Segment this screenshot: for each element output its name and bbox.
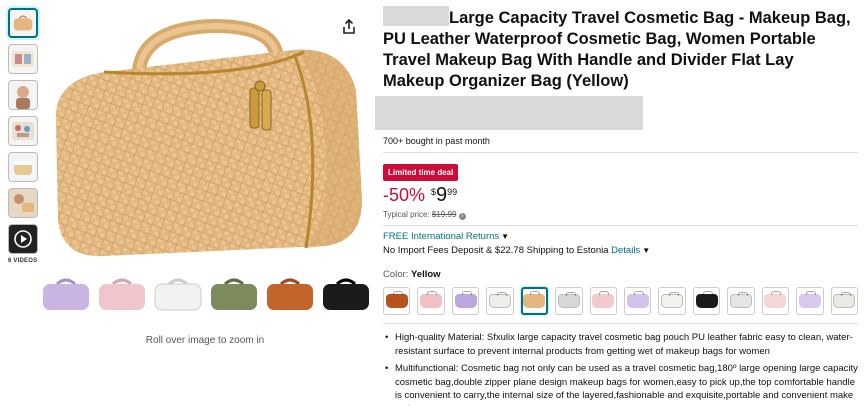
color-swatch[interactable] — [486, 287, 514, 315]
color-swatch[interactable] — [692, 287, 721, 315]
videos-count-label[interactable]: 6 VIDEOS — [8, 258, 42, 264]
variant-image-brown[interactable] — [264, 274, 316, 314]
color-swatch[interactable] — [727, 287, 755, 315]
variant-image-white[interactable] — [152, 274, 204, 314]
price-row: -50% $ 9 99 — [383, 185, 858, 206]
swatch-bag-image — [729, 292, 752, 308]
color-swatch[interactable] — [796, 287, 824, 315]
shipping-details-link[interactable]: Details — [611, 245, 640, 256]
chevron-down-icon: ▼ — [501, 232, 510, 241]
returns-link[interactable]: FREE International Returns ▼ — [383, 231, 858, 242]
variant-image-purple[interactable] — [40, 274, 92, 314]
info-icon[interactable]: i — [458, 213, 466, 220]
chevron-down-icon[interactable]: ▼ — [642, 246, 650, 255]
color-swatch[interactable] — [589, 287, 617, 315]
swatch-bag-image — [626, 291, 649, 308]
thumbnail-4[interactable] — [8, 116, 38, 146]
swatch-bag-image — [488, 292, 511, 308]
color-swatch[interactable] — [830, 287, 858, 315]
divider — [383, 225, 858, 226]
typical-price-value: $19.99 — [431, 210, 457, 219]
product-title: Large Capacity Travel Cosmetic Bag - Mak… — [383, 6, 858, 92]
color-swatch[interactable] — [624, 287, 652, 315]
brand-redacted — [383, 6, 449, 26]
color-swatch[interactable] — [555, 287, 583, 315]
color-swatch-list — [383, 287, 858, 315]
feature-bullet: High-quality Material: Sfxulix large cap… — [383, 331, 858, 358]
selected-color: Yellow — [410, 269, 441, 280]
shipping-info: No Import Fees Deposit & $22.78 Shipping… — [383, 245, 651, 256]
thumbnail-6[interactable] — [8, 188, 38, 218]
color-selector-label: Color: Yellow — [383, 269, 441, 280]
color-swatch[interactable] — [417, 287, 445, 315]
price-fraction: 99 — [447, 187, 458, 197]
color-swatch[interactable] — [658, 287, 686, 315]
variant-image-green[interactable] — [208, 274, 260, 314]
variant-image-black[interactable] — [320, 274, 372, 314]
share-icon[interactable] — [340, 18, 358, 36]
swatch-bag-image — [833, 292, 856, 308]
swatch-bag-image — [592, 291, 615, 308]
thumbnail-5[interactable] — [8, 152, 38, 182]
main-product-image[interactable] — [44, 10, 366, 262]
swatch-bag-image — [798, 291, 821, 308]
swatch-bag-image — [454, 291, 477, 308]
zoom-hint: Roll over image to zoom in — [145, 335, 265, 346]
deal-badge: Limited time deal — [383, 164, 459, 181]
bought-count: 700+ bought in past month — [383, 136, 858, 153]
color-swatch[interactable] — [520, 287, 549, 315]
feature-bullet: Multifunctional: Cosmetic bag not only c… — [383, 362, 858, 406]
divider — [383, 323, 858, 324]
image-color-variants — [40, 274, 372, 314]
typical-price: Typical price: $19.99 i — [383, 210, 858, 220]
swatch-bag-image — [420, 291, 443, 308]
swatch-bag-image — [385, 291, 408, 308]
swatch-bag-image — [661, 292, 684, 308]
thumbnail-1[interactable] — [8, 8, 38, 38]
color-swatch[interactable] — [383, 287, 411, 315]
store-link-redacted[interactable] — [375, 96, 643, 130]
thumbnail-3[interactable] — [8, 80, 38, 110]
swatch-bag-image — [557, 292, 580, 308]
variant-image-pink[interactable] — [96, 274, 148, 314]
thumbnail-2[interactable] — [8, 44, 38, 74]
thumbnail-list: 6 VIDEOS — [8, 8, 42, 264]
feature-bullets: High-quality Material: Sfxulix large cap… — [383, 331, 858, 406]
swatch-bag-image — [523, 291, 546, 308]
swatch-bag-image — [764, 291, 787, 308]
discount-percent: -50% — [383, 185, 426, 205]
color-swatch[interactable] — [761, 287, 790, 315]
product-info: Large Capacity Travel Cosmetic Bag - Mak… — [375, 6, 858, 406]
play-icon — [14, 230, 32, 248]
color-swatch[interactable] — [451, 287, 480, 315]
video-thumbnail[interactable] — [8, 224, 38, 254]
price-whole: 9 — [436, 184, 448, 206]
swatch-bag-image — [695, 291, 718, 308]
